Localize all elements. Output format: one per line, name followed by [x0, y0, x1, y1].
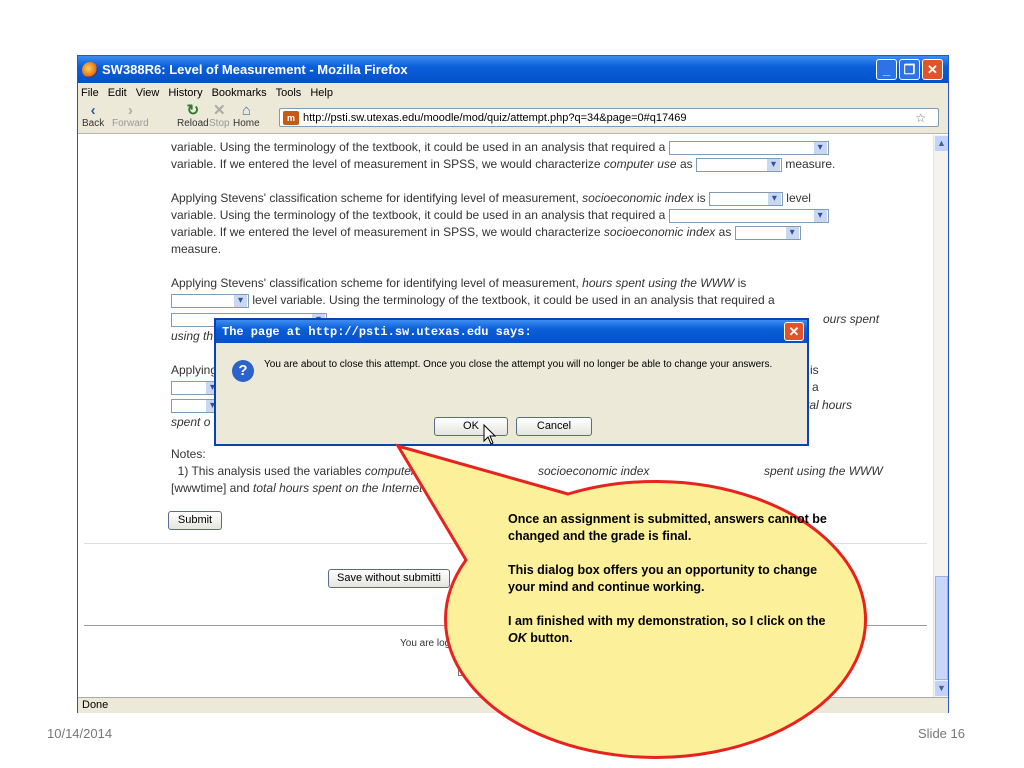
callout-text: Once an assignment is submitted, answers…: [508, 511, 828, 664]
menu-file[interactable]: File: [81, 87, 99, 99]
question-text: tal hours: [806, 398, 853, 412]
callout-paragraph: Once an assignment is submitted, answers…: [508, 512, 827, 543]
notes-text: 1) This analysis used the variables comp…: [177, 464, 457, 478]
stop-button[interactable]: ✕ Stop: [209, 102, 230, 129]
back-label: Back: [82, 118, 105, 129]
menu-bar: File Edit View History Bookmarks Tools H…: [78, 83, 948, 102]
menu-bookmarks[interactable]: Bookmarks: [212, 87, 267, 99]
bookmark-star-icon[interactable]: ☆: [915, 111, 926, 125]
firefox-icon: [82, 61, 98, 78]
answer-dropdown[interactable]: [695, 157, 782, 172]
question-text: Applying: [171, 363, 218, 377]
confirm-dialog: The page at http://psti.sw.utexas.edu sa…: [214, 318, 809, 446]
dialog-message: You are about to close this attempt. Onc…: [264, 359, 773, 370]
home-button[interactable]: ⌂ Home: [233, 102, 260, 129]
question-text: using th: [171, 329, 214, 343]
answer-dropdown[interactable]: [171, 293, 249, 308]
question-text: variable. If we entered the level of mea…: [171, 156, 835, 173]
scroll-up-icon[interactable]: ▲: [935, 136, 948, 151]
url-bar[interactable]: m http://psti.sw.utexas.edu/moodle/mod/q…: [279, 108, 939, 127]
forward-label: Forward: [112, 118, 149, 129]
question-text: level variable. Using the terminology of…: [171, 292, 775, 309]
scroll-down-icon[interactable]: ▼: [935, 681, 948, 696]
menu-history[interactable]: History: [168, 87, 202, 99]
forward-arrow-icon: ›: [127, 102, 133, 119]
answer-dropdown[interactable]: [668, 208, 829, 223]
question-text: Applying Stevens' classification scheme …: [171, 190, 811, 207]
question-text: is: [810, 363, 819, 377]
callout-paragraph: This dialog box offers you an opportunit…: [508, 563, 818, 594]
menu-edit[interactable]: Edit: [108, 87, 127, 99]
question-text: variable. If we entered the level of mea…: [171, 224, 801, 241]
question-icon: ?: [232, 360, 254, 382]
course-link[interactable]: SW3: [458, 657, 495, 676]
minimize-button[interactable]: _: [876, 59, 897, 80]
reload-icon: ↻: [186, 102, 200, 119]
question-text: measure.: [171, 242, 222, 256]
close-window-button[interactable]: ✕: [922, 59, 943, 80]
cancel-button[interactable]: Cancel: [516, 417, 592, 436]
url-text: http://psti.sw.utexas.edu/moodle/mod/qui…: [303, 111, 687, 124]
navigation-toolbar: ‹ Back › Forward ↻ Reload ✕ Stop ⌂ Home …: [78, 102, 948, 134]
site-favicon: m: [283, 110, 299, 125]
menu-view[interactable]: View: [136, 87, 160, 99]
status-bar: Done: [78, 697, 948, 713]
scroll-thumb[interactable]: [935, 576, 948, 680]
vertical-scrollbar[interactable]: ▲ ▼: [933, 135, 948, 697]
maximize-button[interactable]: ❐: [899, 59, 920, 80]
reload-label: Reload: [177, 118, 209, 129]
question-text: variable. Using the terminology of the t…: [171, 207, 829, 224]
slide: SW388R6: Level of Measurement - Mozilla …: [0, 0, 1024, 768]
slide-date: 10/14/2014: [47, 726, 113, 741]
home-label: Home: [233, 118, 260, 129]
menu-tools[interactable]: Tools: [276, 87, 302, 99]
logged-in-text: You are logge: [400, 638, 462, 649]
notes-text: socioeconomic index: [538, 464, 650, 478]
menu-help[interactable]: Help: [310, 87, 333, 99]
callout-paragraph: I am finished with my demonstration, so …: [508, 614, 826, 645]
window-title: SW388R6: Level of Measurement - Mozilla …: [102, 62, 408, 77]
title-bar: SW388R6: Level of Measurement - Mozilla …: [78, 56, 948, 83]
home-icon: ⌂: [241, 102, 251, 119]
question-text: variable. Using the terminology of the t…: [171, 139, 829, 156]
answer-dropdown[interactable]: [734, 225, 801, 240]
dialog-close-button[interactable]: ✕: [784, 322, 804, 341]
question-text: Applying Stevens' classification scheme …: [171, 276, 747, 290]
notes-text: [wwwtime] and total hours spent on the I…: [171, 481, 469, 495]
answer-dropdown[interactable]: [668, 140, 829, 155]
answer-dropdown[interactable]: [708, 191, 783, 206]
mouse-cursor-icon: [483, 424, 497, 445]
stop-icon: ✕: [213, 102, 226, 119]
notes-text: spent using the WWW: [764, 464, 883, 478]
reload-button[interactable]: ↻ Reload: [177, 102, 209, 129]
save-without-submitting-button[interactable]: Save without submitti: [328, 569, 450, 588]
question-text: ours spent: [823, 312, 880, 326]
forward-button[interactable]: › Forward: [112, 102, 149, 129]
back-button[interactable]: ‹ Back: [82, 102, 105, 129]
question-text: spent o: [171, 415, 211, 429]
back-arrow-icon: ‹: [90, 102, 96, 119]
dialog-title: The page at http://psti.sw.utexas.edu sa…: [216, 320, 807, 343]
notes-label: Notes:: [171, 447, 206, 461]
question-text: a: [812, 380, 819, 394]
stop-label: Stop: [209, 118, 230, 129]
submit-button[interactable]: Submit: [168, 511, 222, 530]
slide-number: Slide 16: [918, 726, 965, 741]
